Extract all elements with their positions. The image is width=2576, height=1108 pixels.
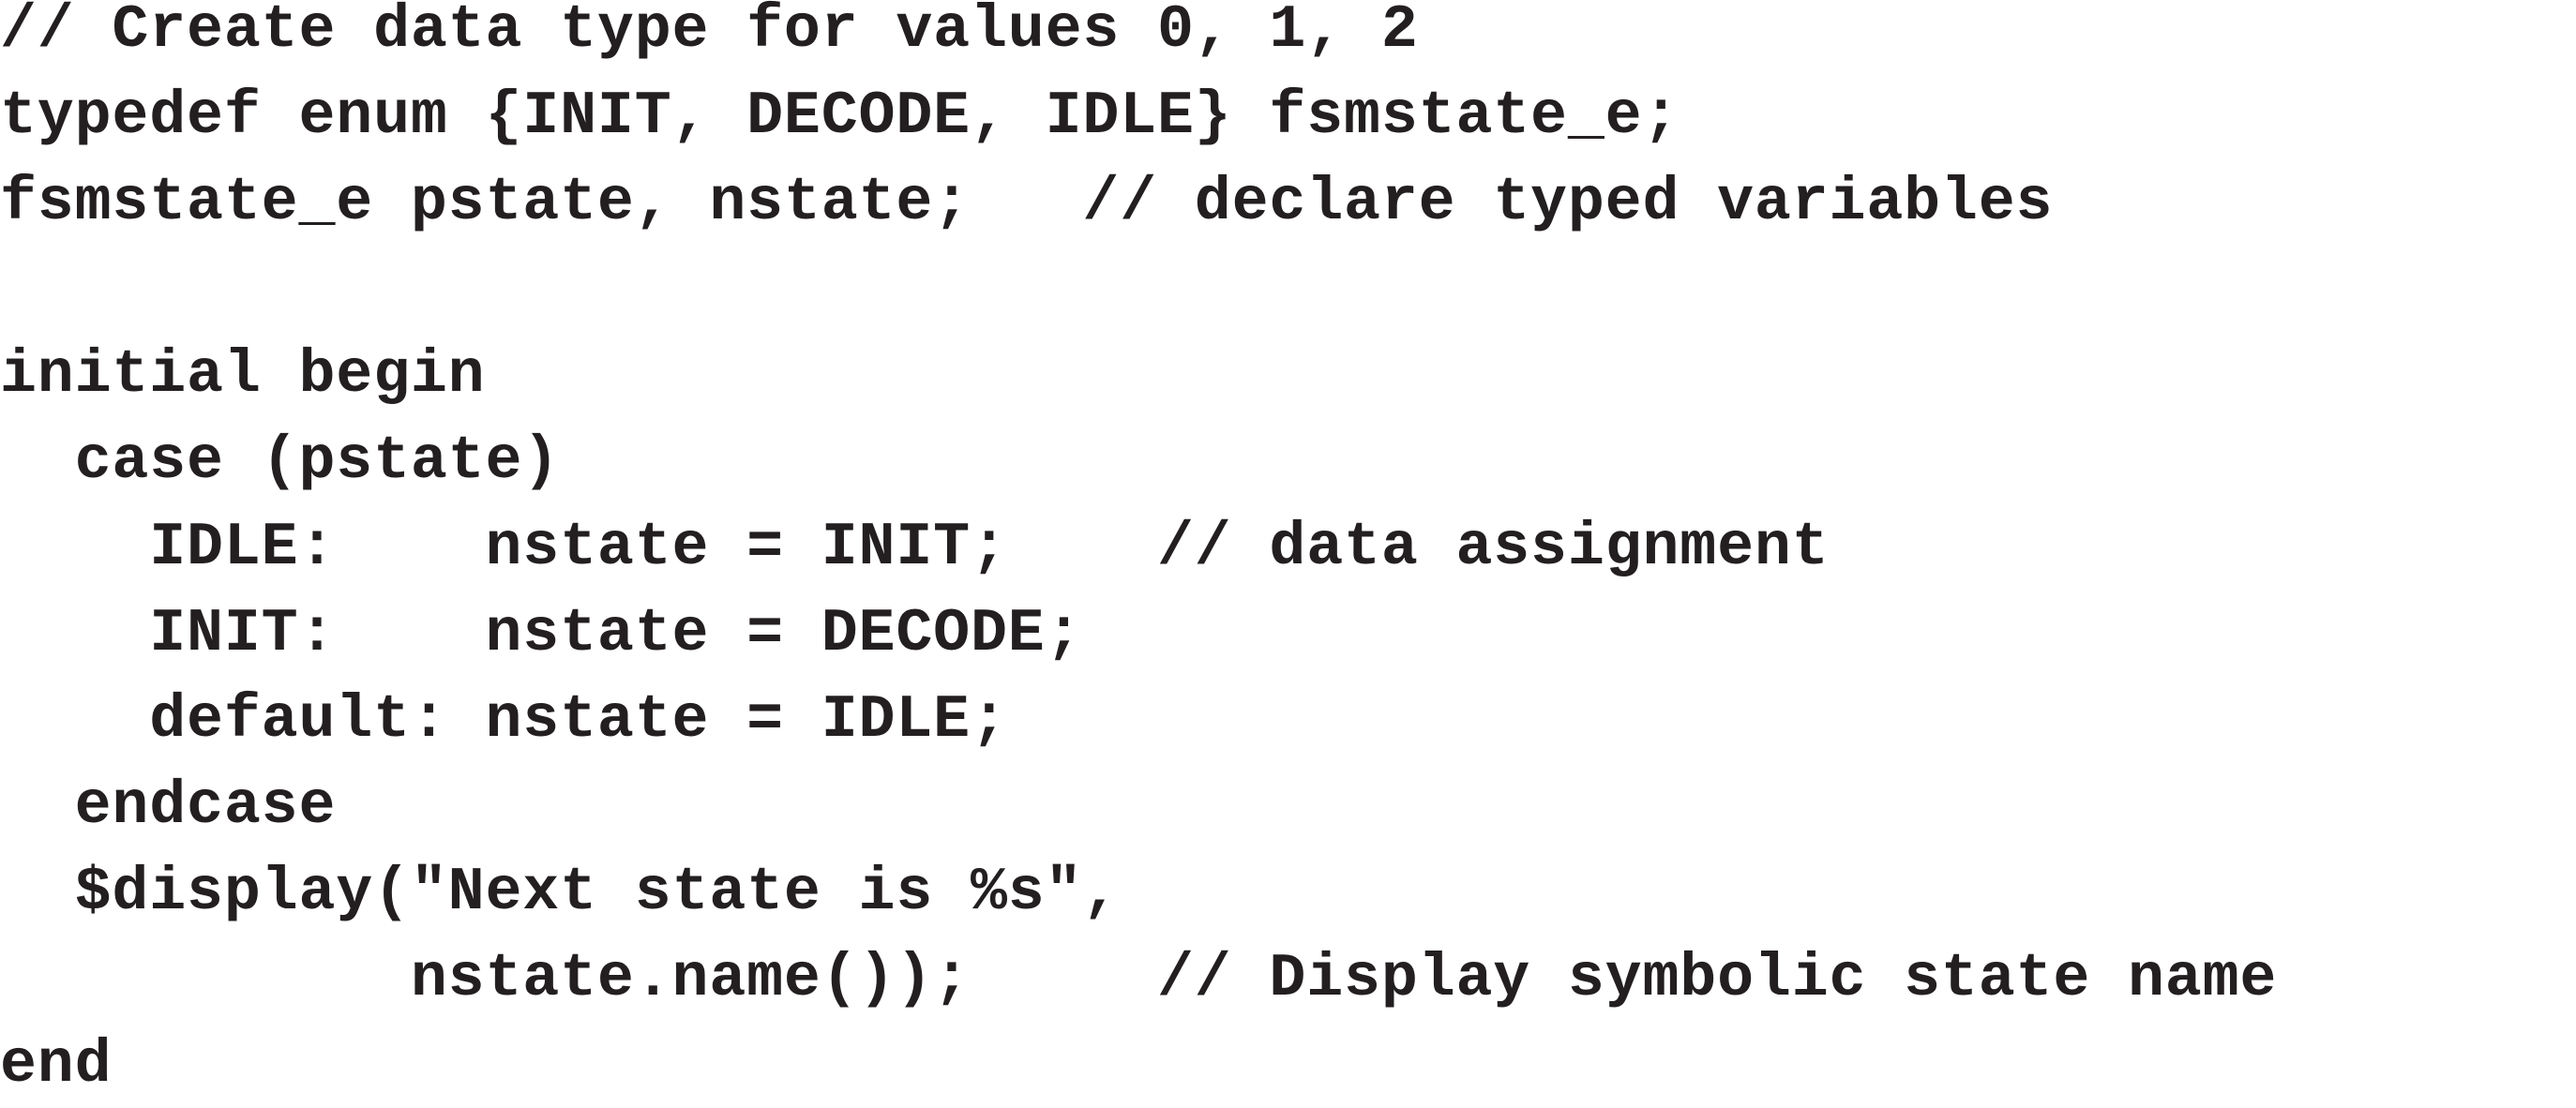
code-line-display-call: $display("Next state is %s", xyxy=(0,858,1121,927)
code-line-display-argument: nstate.name()); // Display symbolic stat… xyxy=(0,944,2278,1013)
code-line-default-assignment: default: nstate = IDLE; xyxy=(0,685,1008,755)
code-line-end: end xyxy=(0,1030,113,1100)
code-listing: // Create data type for values 0, 1, 2 t… xyxy=(0,0,2576,1100)
code-line-declare-variables: fsmstate_e pstate, nstate; // declare ty… xyxy=(0,168,2054,237)
code-line-case: case (pstate) xyxy=(0,427,561,496)
code-line-typedef-enum: typedef enum {INIT, DECODE, IDLE} fsmsta… xyxy=(0,82,1680,151)
code-line-init-assignment: INIT: nstate = DECODE; xyxy=(0,599,1083,668)
code-line-idle-assignment: IDLE: nstate = INIT; // data assignment xyxy=(0,513,1830,582)
code-line-initial-begin: initial begin xyxy=(0,340,486,410)
code-line-comment-create-type: // Create data type for values 0, 1, 2 xyxy=(0,0,1419,65)
code-line-endcase: endcase xyxy=(0,771,337,841)
